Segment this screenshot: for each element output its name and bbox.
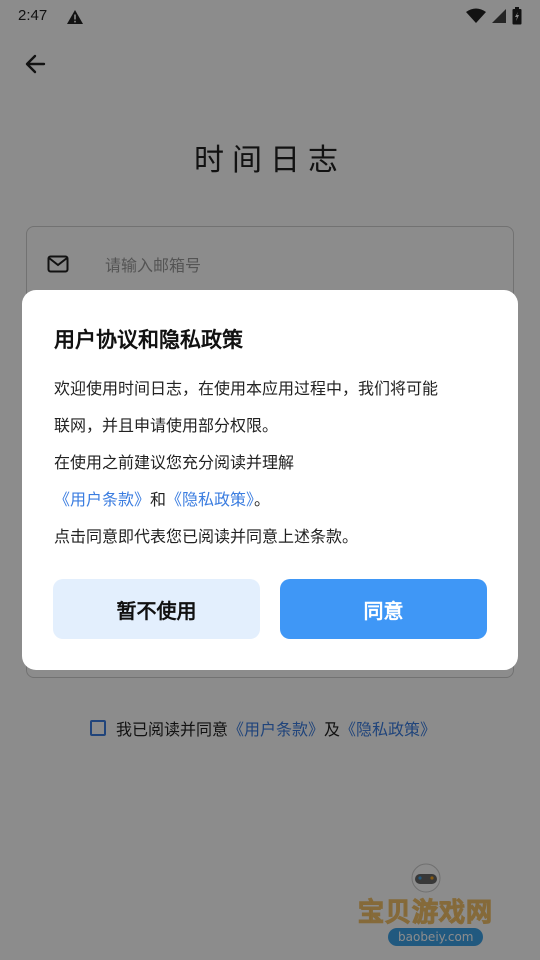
- dialog-and: 和: [150, 490, 167, 509]
- agree-button[interactable]: 同意: [280, 579, 487, 639]
- dialog-period: 。: [254, 490, 271, 509]
- decline-button[interactable]: 暂不使用: [53, 579, 260, 639]
- dialog-line: 欢迎使用时间日志，在使用本应用过程中，我们将可能: [54, 379, 439, 398]
- dialog-line: 在使用之前建议您充分阅读并理解: [54, 453, 295, 472]
- dialog-title: 用户协议和隐私政策: [54, 328, 243, 352]
- dialog-line: 点击同意即代表您已阅读并同意上述条款。: [54, 527, 359, 546]
- privacy-dialog: 用户协议和隐私政策 欢迎使用时间日志，在使用本应用过程中，我们将可能 联网，并且…: [22, 290, 518, 670]
- dialog-user-terms-link[interactable]: 《用户条款》: [54, 490, 150, 509]
- dialog-privacy-link[interactable]: 《隐私政策》: [166, 490, 254, 509]
- dialog-links-line: 《用户条款》和《隐私政策》。: [54, 481, 494, 518]
- dialog-line: 联网，并且申请使用部分权限。: [54, 416, 279, 435]
- dialog-body: 欢迎使用时间日志，在使用本应用过程中，我们将可能 联网，并且申请使用部分权限。 …: [54, 370, 494, 555]
